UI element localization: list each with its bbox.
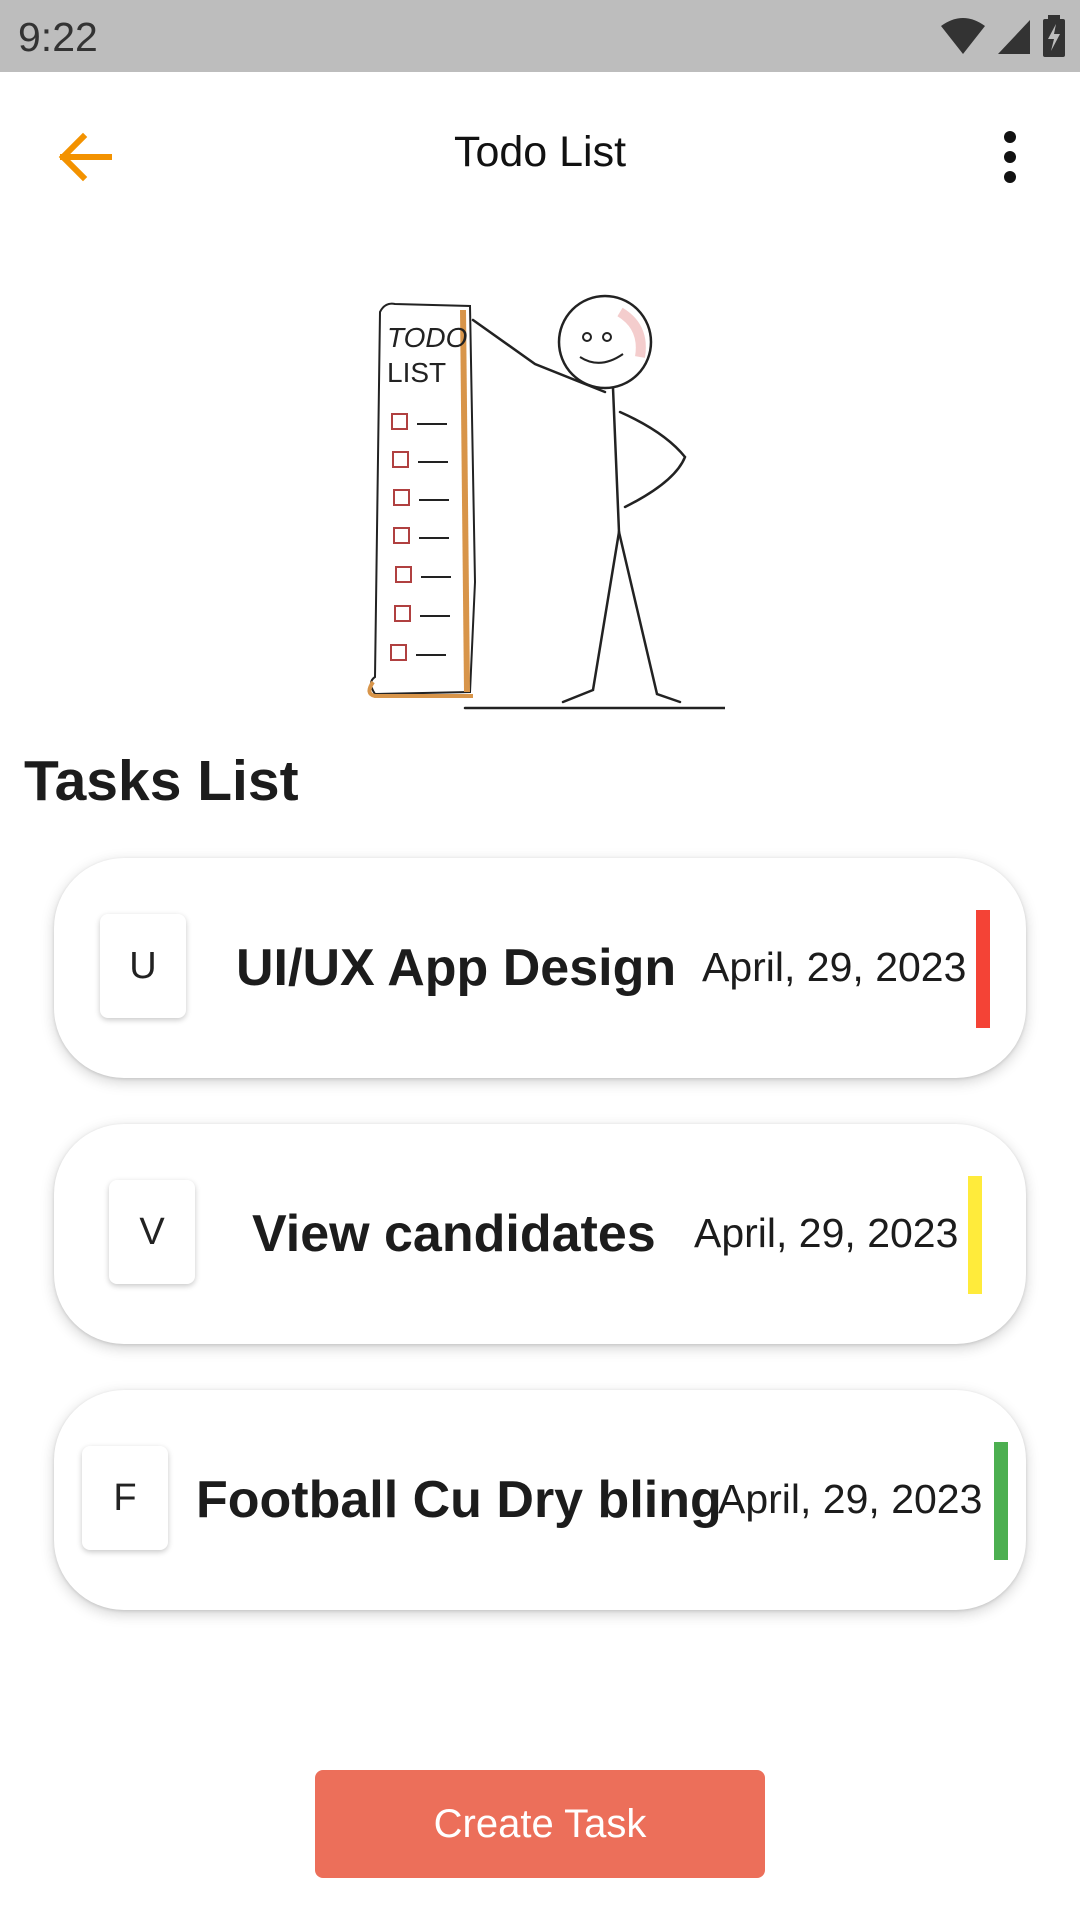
wifi-icon <box>941 18 985 54</box>
task-date: April, 29, 2023 <box>702 944 967 990</box>
page-title: Todo List <box>453 128 627 176</box>
section-title: Tasks List <box>24 749 299 813</box>
app-bar: Todo List <box>0 72 1080 240</box>
task-card[interactable]: V View candidates April, 29, 2023 <box>54 1124 1026 1344</box>
task-initial: F <box>82 1446 168 1550</box>
overflow-menu-button[interactable] <box>980 122 1040 192</box>
priority-indicator <box>968 1176 982 1294</box>
priority-indicator <box>976 910 990 1028</box>
task-name: View candidates <box>252 1205 656 1263</box>
priority-indicator <box>994 1442 1008 1560</box>
task-card[interactable]: U UI/UX App Design April, 29, 2023 <box>54 858 1026 1078</box>
status-bar: 9:22 <box>0 0 1080 72</box>
status-icons <box>940 14 1066 58</box>
more-vert-icon <box>1004 131 1016 183</box>
task-name: Football Cu Dry bling <box>196 1471 722 1529</box>
battery-charging-icon <box>1043 15 1065 57</box>
scroll-title-line1: TODO <box>387 322 467 353</box>
todo-illustration: TODO LIST <box>367 294 725 710</box>
task-date: April, 29, 2023 <box>718 1476 983 1522</box>
create-task-button[interactable]: Create Task <box>315 1770 765 1878</box>
task-name: UI/UX App Design <box>236 939 677 997</box>
task-initial: V <box>109 1180 195 1284</box>
task-date: April, 29, 2023 <box>694 1210 959 1256</box>
scroll-title-line2: LIST <box>387 357 446 388</box>
task-list: U UI/UX App Design April, 29, 2023 V Vie… <box>54 858 1026 1656</box>
signal-icon <box>998 20 1030 54</box>
task-initial: U <box>100 914 186 1018</box>
task-card[interactable]: F Football Cu Dry bling April, 29, 2023 <box>54 1390 1026 1610</box>
status-time: 9:22 <box>18 14 98 60</box>
